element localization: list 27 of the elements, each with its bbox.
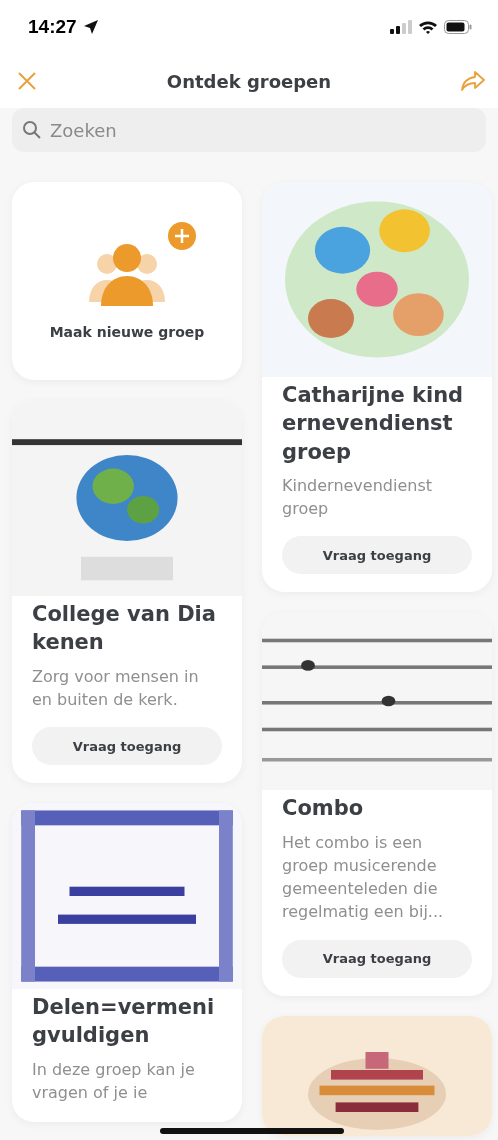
- group-card[interactable]: Delen=vermenigvuldigen In deze groep kan je vragen of je ie: [12, 803, 242, 1123]
- location-arrow-icon: [82, 19, 99, 35]
- search-field[interactable]: Zoeken: [12, 108, 486, 152]
- search-icon: [22, 120, 42, 140]
- page-title: Ontdek groepen: [166, 70, 332, 92]
- group-card[interactable]: College van Diakenen Zorg voor mensen in en buiten de kerk. Vraag toegang: [12, 400, 242, 784]
- group-title: College van Diakenen: [32, 601, 217, 657]
- request-access-button[interactable]: Vraag toegang: [282, 939, 472, 978]
- group-card[interactable]: Catharijne kindernevendienst groep Kindernevendienst groep Vraag toegang: [262, 182, 492, 593]
- create-group-label: Maak nieuwe groep: [49, 324, 205, 340]
- group-description: Kindernevendienst groep: [282, 475, 433, 521]
- group-description: Het combo is een groep musicerende gemeenteleden die regelmatig een bij...: [282, 831, 445, 924]
- group-description: Zorg voor mensen in en buiten de kerk.: [32, 665, 200, 711]
- group-card[interactable]: Combo Het combo is een groep musicerende gemeenteleden die regelmatig een bij... Vraag toegang: [262, 612, 492, 996]
- create-group-card[interactable]: Maak nieuwe groep: [12, 182, 242, 380]
- battery-icon: [444, 20, 472, 34]
- group-title: Combo: [282, 795, 365, 823]
- plus-badge-icon: [168, 222, 196, 250]
- request-access-button[interactable]: Vraag toegang: [282, 536, 472, 575]
- status-time: 14:27: [28, 16, 77, 38]
- signal-icon: [390, 20, 412, 34]
- request-access-button[interactable]: Vraag toegang: [32, 727, 222, 766]
- group-title: Delen=vermenigvuldigen: [32, 994, 216, 1050]
- group-description: In deze groep kan je vragen of je ie: [32, 1058, 196, 1104]
- group-title: Catharijne kindernevendienst groep: [282, 382, 465, 466]
- wifi-icon: [418, 19, 438, 35]
- share-button[interactable]: [458, 68, 488, 94]
